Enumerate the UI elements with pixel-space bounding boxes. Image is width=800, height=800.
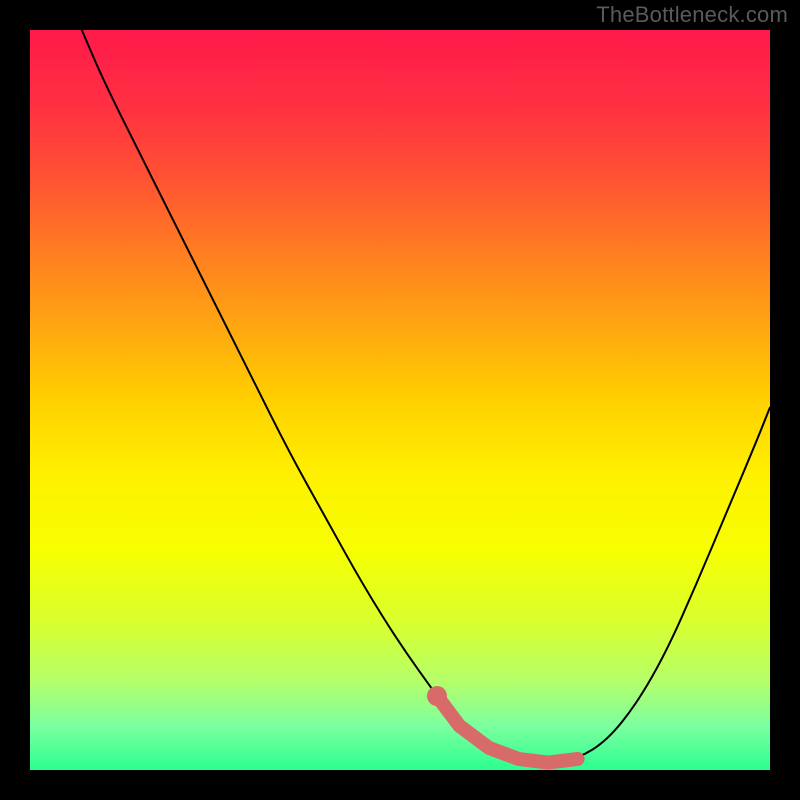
optimal-point-dot <box>427 686 447 706</box>
chart-frame: TheBottleneck.com <box>0 0 800 800</box>
plot-area <box>30 30 770 770</box>
chart-svg <box>30 30 770 770</box>
watermark-text: TheBottleneck.com <box>596 2 788 28</box>
gradient-background <box>30 30 770 770</box>
